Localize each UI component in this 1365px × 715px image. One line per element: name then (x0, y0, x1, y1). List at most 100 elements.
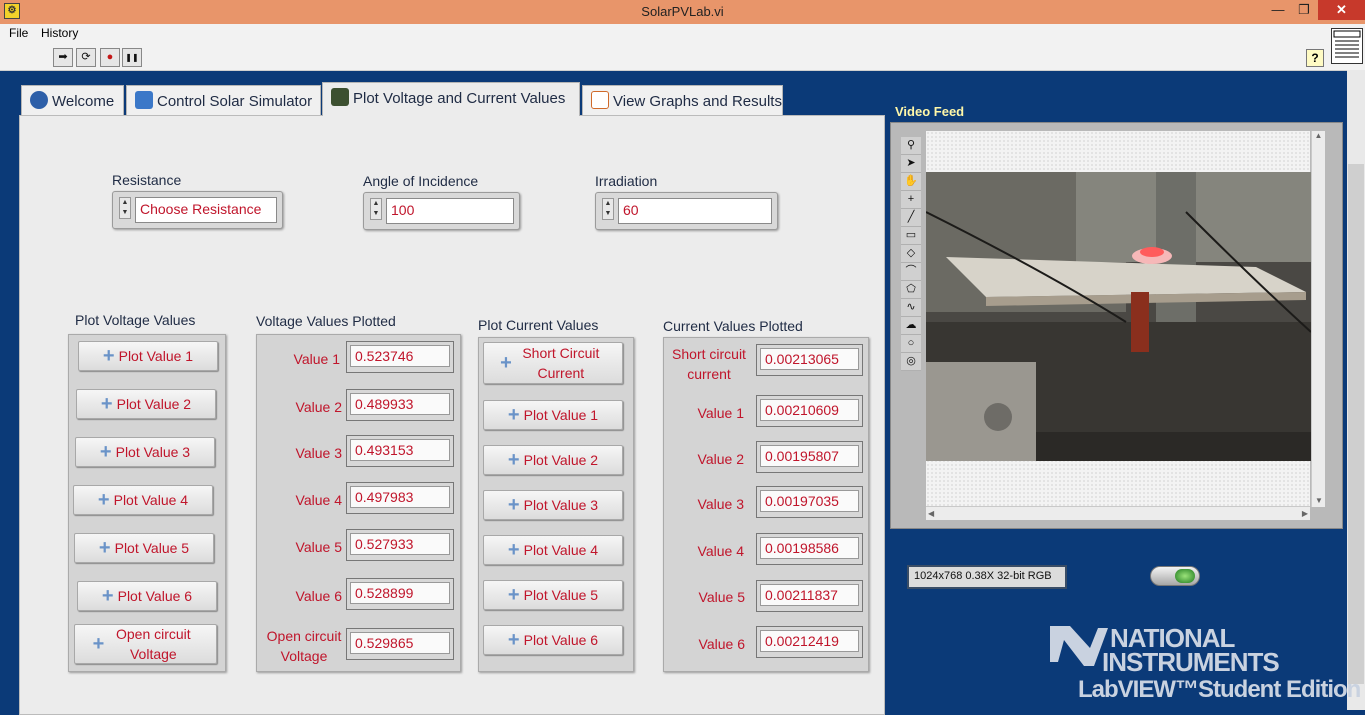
scroll-down-icon[interactable]: ▼ (1312, 496, 1326, 505)
annulus-tool-icon[interactable]: ◎ (901, 353, 921, 371)
vi-icon-graphic (1333, 30, 1361, 58)
irradiation-label: Irradiation (595, 173, 658, 189)
video-feed-label: Video Feed (895, 104, 965, 119)
open-circuit-voltage-indicator: 0.529865 (346, 628, 454, 660)
plot-current-value-1-button[interactable]: + Plot Value 1 (483, 400, 623, 430)
plot-current-value-3-button[interactable]: + Plot Value 3 (483, 490, 623, 520)
angle-input[interactable]: 100 (386, 198, 514, 224)
current-value-2-indicator: 0.00195807 (756, 441, 863, 473)
scroll-right-icon[interactable]: ▶ (1302, 509, 1308, 518)
labview-student-edition-text: LabVIEW™Student Edition (1078, 676, 1361, 703)
pause-button[interactable]: ❚❚ (122, 48, 142, 67)
polyline-tool-icon[interactable]: ⌒ (901, 263, 921, 281)
freehand-region-tool-icon[interactable]: ☁ (901, 317, 921, 335)
button-label: Plot Value 1 (523, 407, 599, 423)
tab-plot-voltage-current[interactable]: Plot Voltage and Current Values (322, 82, 580, 116)
plus-icon: + (507, 404, 520, 426)
plot-voltage-value-3-button[interactable]: + Plot Value 3 (75, 437, 215, 467)
button-label: Plot Value 5 (114, 540, 190, 556)
plus-icon: + (507, 494, 520, 516)
crosshair-tool-icon[interactable]: + (901, 191, 921, 209)
tab-welcome[interactable]: Welcome (21, 85, 124, 115)
plot-voltage-value-6-button[interactable]: + Plot Value 6 (77, 581, 217, 611)
resistance-input[interactable]: Choose Resistance (135, 197, 277, 223)
plot-voltage-value-4-button[interactable]: + Plot Value 4 (73, 485, 213, 515)
irradiation-spinner[interactable]: ▲ ▼ (602, 198, 614, 220)
pointer-tool-icon[interactable]: ➤ (901, 155, 921, 173)
button-label: Plot Value 6 (523, 632, 599, 648)
plus-icon: + (101, 585, 114, 607)
rotated-rectangle-tool-icon[interactable]: ◇ (901, 245, 921, 263)
plot-voltage-value-5-button[interactable]: + Plot Value 5 (74, 533, 214, 563)
plus-icon: + (507, 629, 520, 651)
menu-bar: File History (0, 24, 1365, 44)
short-circuit-current-value: 0.00213065 (760, 348, 859, 370)
menu-file[interactable]: File (9, 26, 28, 40)
plot-current-value-4-button[interactable]: + Plot Value 4 (483, 535, 623, 565)
button-label: Plot Value 2 (116, 396, 192, 412)
polygon-tool-icon[interactable]: ⬠ (901, 281, 921, 299)
short-circuit-current-button[interactable]: + Short Circuit Current (483, 342, 623, 384)
current-value-1: 0.00210609 (760, 399, 859, 421)
short-circuit-current-indicator: 0.00213065 (756, 344, 863, 376)
home-icon (30, 91, 48, 109)
video-vertical-scrollbar[interactable]: ▲ ▼ (1311, 131, 1325, 507)
resistance-label: Resistance (112, 172, 182, 188)
run-continuously-button[interactable]: ⟳ (76, 48, 96, 67)
plot-current-value-2-button[interactable]: + Plot Value 2 (483, 445, 623, 475)
oval-tool-icon[interactable]: ○ (901, 335, 921, 353)
irradiation-control: ▲ ▼ 60 (595, 192, 778, 230)
button-label: Plot Value 2 (523, 452, 599, 468)
current-value-5: 0.00211837 (760, 584, 859, 606)
video-horizontal-scrollbar[interactable]: ◀ ▶ (926, 506, 1310, 520)
plot-current-value-6-button[interactable]: + Plot Value 6 (483, 625, 623, 655)
current-value-5-indicator: 0.00211837 (756, 580, 863, 612)
plot-current-value-5-button[interactable]: + Plot Value 5 (483, 580, 623, 610)
irradiation-input[interactable]: 60 (618, 198, 772, 224)
voltage-value-3-label: Value 3 (295, 445, 342, 461)
open-circuit-voltage-value: 0.529865 (350, 632, 450, 654)
restore-button[interactable]: ❐ (1291, 0, 1317, 20)
plot-voltage-value-1-button[interactable]: + Plot Value 1 (78, 341, 218, 371)
menu-history[interactable]: History (41, 26, 78, 40)
plot-voltage-title: Plot Voltage Values (75, 312, 196, 328)
ni-logo-line2: INSTRUMENTS (1102, 647, 1280, 677)
angle-spinner[interactable]: ▲ ▼ (370, 198, 382, 220)
rectangle-tool-icon[interactable]: ▭ (901, 227, 921, 245)
tab-control-label: Control Solar Simulator (157, 93, 313, 110)
open-circuit-voltage-button[interactable]: + Open circuit Voltage (74, 624, 217, 664)
resistance-spinner[interactable]: ▲ ▼ (119, 197, 131, 219)
plus-icon: + (507, 449, 520, 471)
tab-control-solar-simulator[interactable]: Control Solar Simulator (126, 85, 321, 115)
close-button[interactable]: ✕ (1318, 0, 1365, 20)
voltage-value-1-indicator: 0.523746 (346, 341, 454, 373)
scroll-up-icon[interactable]: ▲ (1312, 131, 1325, 140)
plus-icon: + (97, 489, 110, 511)
open-circuit-voltage-label: Open circuit Voltage (266, 628, 342, 664)
voltage-value-1-label: Value 1 (293, 351, 340, 367)
button-label: Open circuit Voltage (115, 626, 191, 662)
current-value-6-indicator: 0.00212419 (756, 626, 863, 658)
angle-label: Angle of Incidence (363, 173, 479, 189)
video-feed-image (926, 172, 1311, 461)
run-button[interactable]: ➡ (53, 48, 73, 67)
zoom-tool-icon[interactable]: ⚲ (901, 137, 921, 155)
current-value-3-label: Value 3 (697, 496, 744, 512)
plot-voltage-value-2-button[interactable]: + Plot Value 2 (76, 389, 216, 419)
line-tool-icon[interactable]: ╱ (901, 209, 921, 227)
voltage-value-4-label: Value 4 (295, 492, 342, 508)
freehand-line-tool-icon[interactable]: ∿ (901, 299, 921, 317)
current-value-5-label: Value 5 (698, 589, 745, 605)
minimize-button[interactable]: — (1265, 0, 1291, 20)
voltage-plotted-title: Voltage Values Plotted (256, 313, 396, 329)
pan-hand-tool-icon[interactable]: ✋ (901, 173, 921, 191)
control-icon (135, 91, 153, 109)
abort-button[interactable]: ● (100, 48, 120, 67)
scroll-left-icon[interactable]: ◀ (928, 509, 934, 518)
voltage-value-3: 0.493153 (350, 439, 450, 461)
window-scrollbar-thumb[interactable] (1348, 164, 1364, 684)
current-value-6-label: Value 6 (698, 636, 745, 652)
tab-view-graphs-results[interactable]: View Graphs and Results (582, 85, 783, 115)
help-button[interactable]: ? (1306, 49, 1324, 67)
tab-plot-label: Plot Voltage and Current Values (353, 90, 566, 107)
